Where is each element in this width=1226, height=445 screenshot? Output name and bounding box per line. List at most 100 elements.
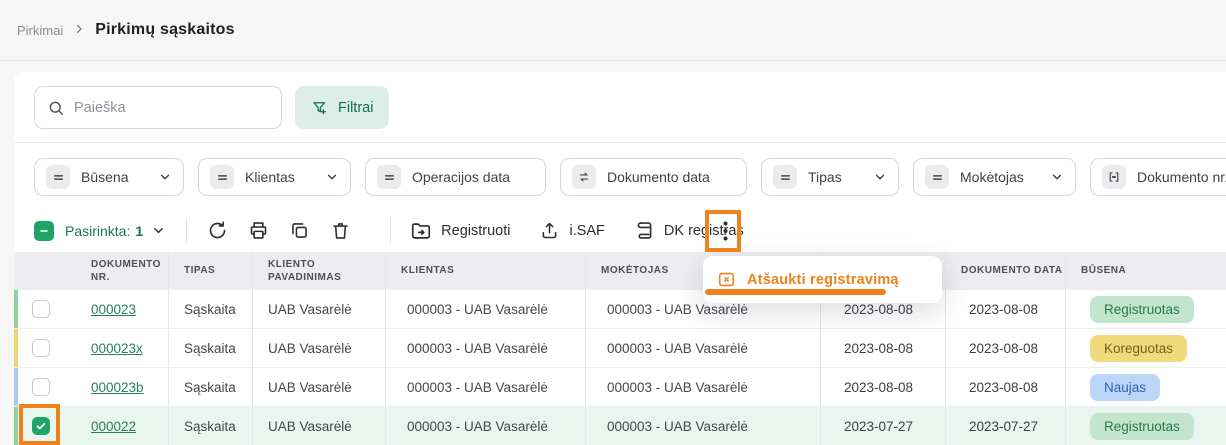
print-icon[interactable] xyxy=(247,220,269,242)
header-checkbox-cell xyxy=(14,252,76,290)
header-dokumento-nr[interactable]: DOKUMENTO NR. xyxy=(76,252,168,290)
filter-chip-tipas[interactable]: Tipas xyxy=(761,158,899,196)
document-link[interactable]: 000023x xyxy=(91,341,143,356)
chevron-down-icon xyxy=(158,170,172,184)
cell-dokumento-data: 2023-08-08 xyxy=(945,329,1065,367)
document-link[interactable]: 000022 xyxy=(91,419,136,434)
document-link[interactable]: 000023 xyxy=(91,302,136,317)
filter-chip-label: Klientas xyxy=(245,169,295,185)
header-kliento-pavadinimas[interactable]: KLIENTO PAVADINIMAS xyxy=(252,252,385,290)
filter-chip-operacijos-data[interactable]: Operacijos data xyxy=(365,158,546,196)
filter-chip-dokumento-data[interactable]: Dokumento data xyxy=(560,158,747,196)
row-checkbox[interactable] xyxy=(32,417,50,435)
cell-klientas: 000003 - UAB Vasarėlė xyxy=(385,329,585,367)
cell-tipas: Sąskaita xyxy=(168,368,252,406)
table-header-row: DOKUMENTO NR. TIPAS KLIENTO PAVADINIMAS … xyxy=(14,252,1226,290)
row-checkbox[interactable] xyxy=(32,378,50,396)
kebab-menu-icon[interactable] xyxy=(712,215,738,247)
filter-chip-label: Operacijos data xyxy=(412,169,510,185)
row-checkbox[interactable] xyxy=(32,339,50,357)
cell-tipas: Sąskaita xyxy=(168,329,252,367)
context-menu: Atšaukti registravimą xyxy=(703,256,942,303)
cell-kliento-pavadinimas: UAB Vasarėlė xyxy=(252,329,385,367)
search-row: Filtrai xyxy=(14,72,1226,143)
upload-icon xyxy=(539,220,560,241)
filter-chip-label: Mokėtojas xyxy=(960,169,1024,185)
header-busena[interactable]: BŪSENA xyxy=(1065,252,1226,290)
toolbar-divider xyxy=(186,218,187,244)
cell-operacijos-data: 2023-07-27 xyxy=(820,407,945,445)
header-klientas[interactable]: KLIENTAS xyxy=(385,252,585,290)
ledger-icon xyxy=(634,220,655,241)
search-input-wrapper xyxy=(34,86,282,129)
cell-operacijos-data: 2023-08-08 xyxy=(820,329,945,367)
bulk-actions-toolbar: Pasirinkta: 1 Registruoti xyxy=(14,209,1226,252)
folder-arrow-icon xyxy=(410,220,432,242)
equals-icon xyxy=(210,165,234,189)
breadcrumb-parent[interactable]: Pirkimai xyxy=(17,23,63,38)
page-title: Pirkimų sąskaitos xyxy=(95,21,234,39)
filter-chip-moketojas[interactable]: Mokėtojas xyxy=(913,158,1076,196)
invoices-table: DOKUMENTO NR. TIPAS KLIENTO PAVADINIMAS … xyxy=(14,252,1226,445)
equals-icon xyxy=(925,165,949,189)
table-row[interactable]: 000023x Sąskaita UAB Vasarėlė 000003 - U… xyxy=(14,329,1226,368)
register-button-label: Registruoti xyxy=(441,223,510,239)
cell-dokumento-data: 2023-07-27 xyxy=(945,407,1065,445)
content-card: Filtrai Būsena Klientas Operacijos data … xyxy=(14,72,1226,445)
annotation-underline xyxy=(705,289,886,295)
table-row[interactable]: 000023b Sąskaita UAB Vasarėlė 000003 - U… xyxy=(14,368,1226,407)
table-row[interactable]: 000022 Sąskaita UAB Vasarėlė 000003 - UA… xyxy=(14,407,1226,445)
isaf-button-label: i.SAF xyxy=(569,223,604,239)
cell-kliento-pavadinimas: UAB Vasarėlė xyxy=(252,407,385,445)
register-button[interactable]: Registruoti xyxy=(410,220,510,242)
equals-icon xyxy=(377,165,401,189)
cell-moketojas: 000003 - UAB Vasarėlė xyxy=(585,368,820,406)
trash-icon[interactable] xyxy=(329,220,351,242)
refresh-icon[interactable] xyxy=(206,220,228,242)
header-divider xyxy=(0,60,1226,61)
context-menu-item[interactable]: Atšaukti registravimą xyxy=(747,272,899,288)
row-checkbox[interactable] xyxy=(32,300,50,318)
search-icon xyxy=(47,99,65,117)
filter-chip-busena[interactable]: Būsena xyxy=(34,158,184,196)
selected-count: 1 xyxy=(135,223,143,239)
cell-kliento-pavadinimas: UAB Vasarėlė xyxy=(252,368,385,406)
header-tipas[interactable]: TIPAS xyxy=(168,252,252,290)
status-badge: Koreguotas xyxy=(1090,335,1187,362)
document-link[interactable]: 000023b xyxy=(91,380,144,395)
filter-chip-label: Tipas xyxy=(808,169,842,185)
chevron-down-icon[interactable] xyxy=(151,223,166,238)
cell-klientas: 000003 - UAB Vasarėlė xyxy=(385,368,585,406)
filter-chip-dokumento-nr[interactable]: Dokumento nr. xyxy=(1090,158,1226,196)
cell-dokumento-data: 2023-08-08 xyxy=(945,368,1065,406)
status-stripe xyxy=(14,329,18,367)
swap-arrows-icon xyxy=(572,165,596,189)
status-stripe xyxy=(14,368,18,406)
filter-chip-klientas[interactable]: Klientas xyxy=(198,158,351,196)
isaf-button[interactable]: i.SAF xyxy=(539,220,604,241)
header-dokumento-data[interactable]: DOKUMENTO DATA xyxy=(945,252,1065,290)
equals-icon xyxy=(773,165,797,189)
cell-klientas: 000003 - UAB Vasarėlė xyxy=(385,407,585,445)
chevron-down-icon xyxy=(325,170,339,184)
cell-tipas: Sąskaita xyxy=(168,290,252,328)
copy-icon[interactable] xyxy=(288,220,310,242)
filter-chips-row: Būsena Klientas Operacijos data Dokument… xyxy=(14,143,1226,209)
filters-button-label: Filtrai xyxy=(338,100,373,116)
select-all-checkbox[interactable] xyxy=(34,221,54,241)
cell-klientas: 000003 - UAB Vasarėlė xyxy=(385,290,585,328)
filter-chip-label: Dokumento nr. xyxy=(1137,169,1226,185)
brackets-icon xyxy=(1102,165,1126,189)
filter-chip-label: Būsena xyxy=(81,169,128,185)
cell-kliento-pavadinimas: UAB Vasarėlė xyxy=(252,290,385,328)
table-row[interactable]: 000023 Sąskaita UAB Vasarėlė 000003 - UA… xyxy=(14,290,1226,329)
funnel-icon xyxy=(311,99,329,117)
status-stripe xyxy=(14,407,18,445)
cell-moketojas: 000003 - UAB Vasarėlė xyxy=(585,329,820,367)
search-input[interactable] xyxy=(74,100,269,116)
status-badge: Registruotas xyxy=(1090,413,1194,440)
chevron-down-icon xyxy=(873,170,887,184)
filters-button[interactable]: Filtrai xyxy=(295,86,389,129)
filter-chip-label: Dokumento data xyxy=(607,169,710,185)
cancel-registration-icon xyxy=(717,270,736,289)
